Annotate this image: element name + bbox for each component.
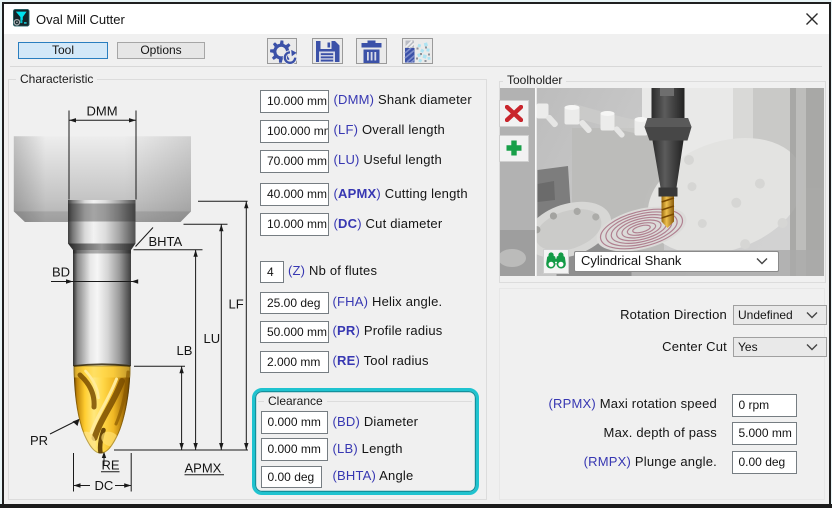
svg-text:DMM: DMM [87,104,118,119]
svg-text:LF: LF [229,297,244,312]
svg-text:RE: RE [102,458,120,473]
svg-text:LU: LU [204,331,221,346]
svg-text:DC: DC [95,478,114,493]
svg-text:LB: LB [177,343,193,358]
svg-text:APMX: APMX [185,461,222,476]
svg-text:PR: PR [30,433,48,448]
svg-text:BHTA: BHTA [149,234,183,249]
svg-text:BD: BD [52,265,70,280]
